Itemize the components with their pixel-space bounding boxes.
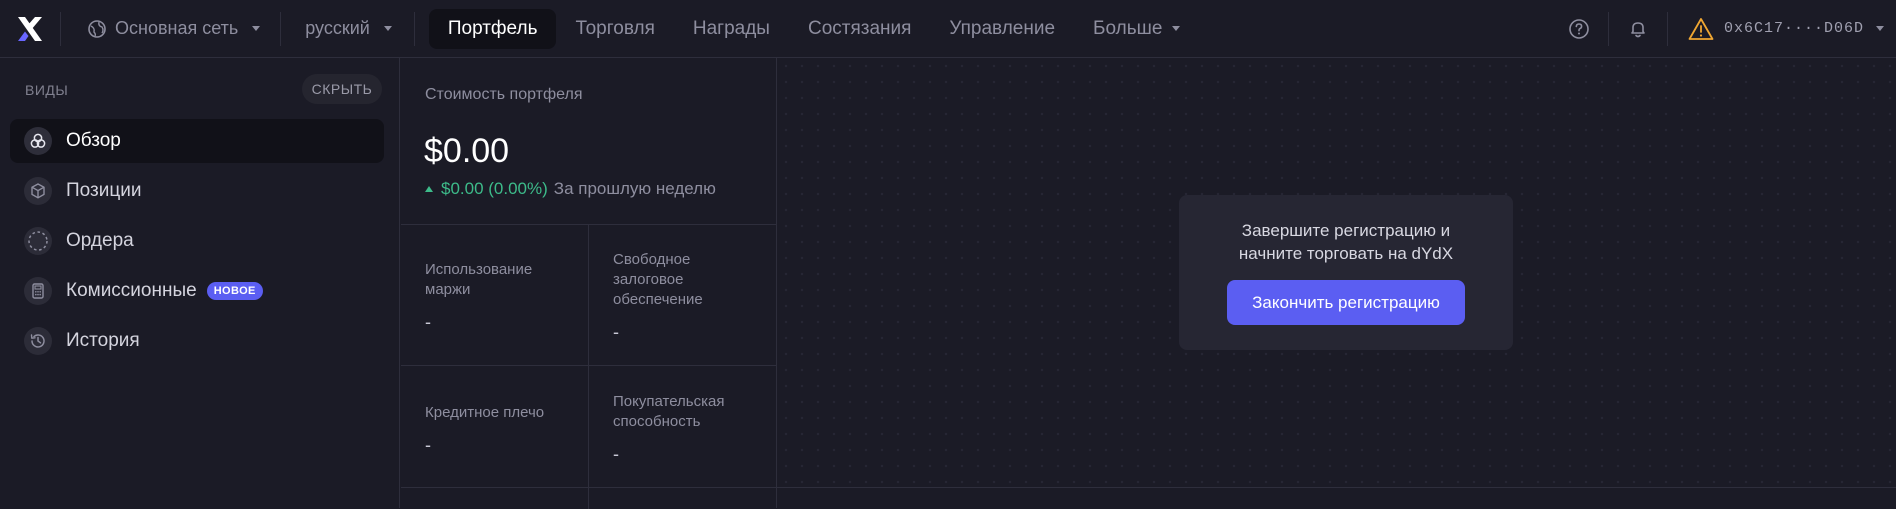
stat-value: - bbox=[613, 322, 619, 342]
stat-value: - bbox=[425, 435, 431, 455]
sidebar-item-history[interactable]: История bbox=[10, 319, 384, 363]
wallet-button[interactable]: 0x6C17····D06D bbox=[1668, 0, 1896, 58]
wallet-address: 0x6C17····D06D bbox=[1723, 20, 1864, 37]
portfolio-change: $0.00 (0.00%) За прошлую неделю bbox=[425, 179, 716, 199]
dydx-logo[interactable] bbox=[0, 0, 60, 58]
stat-value: - bbox=[425, 312, 431, 332]
portfolio-panel: Стоимость портфеля $0.00 $0.00 (0.00%) З… bbox=[401, 58, 777, 509]
onboarding-text: Завершите регистрацию и начните торговат… bbox=[1179, 219, 1513, 265]
arrow-up-icon bbox=[425, 186, 433, 192]
nav-portfolio[interactable]: Портфель bbox=[428, 8, 557, 49]
nav-label: Портфель bbox=[447, 17, 538, 39]
nav-trade[interactable]: Торговля bbox=[556, 9, 673, 49]
sidebar-list: Обзор Позиции Ордера Комиссионные НОВОЕ … bbox=[10, 119, 384, 369]
chevron-down-icon bbox=[1876, 26, 1884, 31]
nav-rewards[interactable]: Награды bbox=[674, 9, 789, 49]
onboarding-text-line: Завершите регистрацию и bbox=[1241, 221, 1451, 240]
cube-icon bbox=[24, 177, 52, 205]
warning-icon bbox=[1688, 17, 1714, 40]
chevron-down-icon bbox=[1172, 26, 1181, 31]
sidebar-item-label: Комиссионные bbox=[66, 280, 197, 301]
chevron-down-icon bbox=[252, 26, 261, 31]
sidebar-item-overview[interactable]: Обзор bbox=[10, 119, 384, 163]
nav-label: Награды bbox=[692, 17, 770, 39]
portfolio-change-period: За прошлую неделю bbox=[553, 179, 716, 198]
stat-buying-power: Покупательская способность - bbox=[613, 392, 773, 465]
stat-label: Использование маржи bbox=[425, 261, 533, 298]
stat-label: Свободное залоговое обеспечение bbox=[613, 251, 703, 308]
sidebar-item-label: Ордера bbox=[66, 230, 134, 251]
network-selector[interactable]: Основная сеть bbox=[61, 0, 280, 58]
stat-label: Покупательская способность bbox=[613, 393, 725, 430]
nav-competitions[interactable]: Состязания bbox=[789, 9, 930, 49]
divider bbox=[401, 487, 1896, 488]
network-label: Основная сеть bbox=[115, 18, 239, 38]
sidebar-item-label: История bbox=[66, 330, 140, 351]
top-right-actions: 0x6C17····D06D bbox=[1550, 0, 1896, 58]
hide-sidebar-button[interactable]: СКРЫТЬ bbox=[302, 74, 382, 104]
stat-margin-usage: Использование маржи - bbox=[425, 260, 585, 333]
portfolio-value-label: Стоимость портфеля bbox=[425, 86, 583, 103]
stat-leverage: Кредитное плечо - bbox=[425, 403, 585, 456]
main-nav: Портфель Торговля Награды Состязания Упр… bbox=[415, 8, 1200, 49]
sidebar: ВИДЫ СКРЫТЬ Обзор Позиции Ордера Комисси… bbox=[0, 58, 400, 508]
nav-label: Торговля bbox=[575, 17, 655, 39]
sidebar-heading: ВИДЫ bbox=[25, 82, 69, 98]
help-button[interactable] bbox=[1550, 0, 1608, 58]
stat-label: Кредитное плечо bbox=[425, 404, 545, 421]
onboarding-text-line: начните торговать на dYdX bbox=[1238, 244, 1454, 263]
portfolio-change-value: $0.00 (0.00%) bbox=[441, 179, 548, 198]
nav-governance[interactable]: Управление bbox=[930, 9, 1074, 49]
nav-label: Состязания bbox=[807, 17, 912, 39]
overview-icon bbox=[24, 127, 52, 155]
globe-icon bbox=[88, 19, 106, 38]
language-selector[interactable]: русский bbox=[281, 0, 414, 58]
stat-free-collateral: Свободное залоговое обеспечение - bbox=[613, 250, 773, 343]
sidebar-item-label: Обзор bbox=[66, 130, 121, 151]
notifications-button[interactable] bbox=[1609, 0, 1667, 58]
history-icon bbox=[24, 327, 52, 355]
help-icon bbox=[1569, 18, 1589, 39]
bell-icon bbox=[1631, 21, 1645, 37]
divider bbox=[401, 365, 777, 366]
onboarding-card: Завершите регистрацию и начните торговат… bbox=[1179, 195, 1513, 350]
portfolio-value: $0.00 bbox=[424, 132, 510, 170]
nav-more[interactable]: Больше bbox=[1074, 9, 1199, 49]
divider bbox=[401, 224, 777, 225]
nav-label: Управление bbox=[949, 17, 1056, 39]
calculator-icon bbox=[24, 277, 52, 305]
chevron-down-icon bbox=[383, 26, 392, 31]
sidebar-item-positions[interactable]: Позиции bbox=[10, 169, 384, 213]
sidebar-item-orders[interactable]: Ордера bbox=[10, 219, 384, 263]
stat-value: - bbox=[613, 444, 619, 464]
sidebar-item-fees[interactable]: Комиссионные НОВОЕ bbox=[10, 269, 384, 313]
dashed-circle-icon bbox=[24, 227, 52, 255]
language-label: русский bbox=[305, 18, 370, 38]
new-badge: НОВОЕ bbox=[206, 282, 263, 300]
top-bar: Основная сеть русский Портфель Торговля … bbox=[0, 0, 1896, 58]
divider bbox=[588, 225, 589, 509]
finish-registration-button[interactable]: Закончить регистрацию bbox=[1227, 280, 1465, 325]
nav-label: Больше bbox=[1093, 17, 1163, 39]
sidebar-item-label: Позиции bbox=[66, 180, 142, 201]
